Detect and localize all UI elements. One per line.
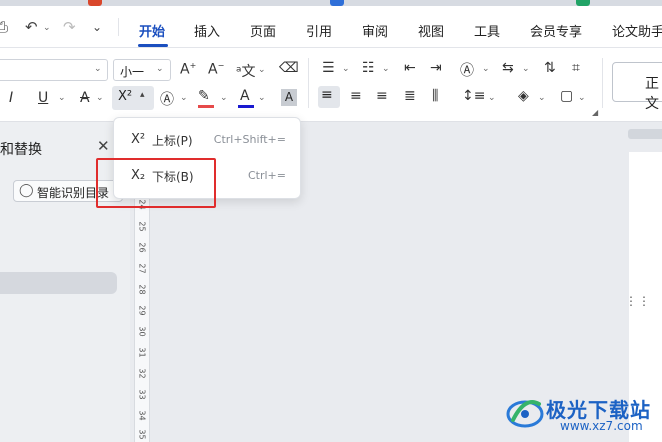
ruler-number: 34	[137, 410, 147, 421]
shading-dropdown-icon[interactable]: ⌄	[538, 93, 546, 103]
ruler-number: 30	[137, 326, 147, 337]
italic-icon[interactable]: I	[9, 90, 13, 106]
font-size-value: 小一	[120, 65, 145, 79]
font-color-icon[interactable]: A	[240, 88, 250, 104]
ruler-number: 33	[137, 389, 147, 400]
phonetic-guide-icon[interactable]: ᵃ文	[236, 61, 255, 81]
align-left-button[interactable]: ≡	[318, 86, 340, 108]
line-spacing-dropdown-icon[interactable]: ⌄	[488, 93, 496, 103]
font-size-dropdown-icon[interactable]: ⌄	[156, 64, 164, 74]
sort-icon[interactable]: ⇅	[544, 60, 556, 76]
annotation-highlight-box	[96, 158, 216, 208]
superscript-icon: X²	[131, 132, 146, 147]
phonetic-dropdown-icon[interactable]: ⌄	[258, 65, 266, 75]
show-marks-icon[interactable]: ⌗	[572, 60, 580, 76]
bullet-list-icon[interactable]: ☰	[322, 60, 335, 76]
panel-title: 和替换	[0, 142, 42, 158]
page-top-scroll	[628, 129, 662, 139]
strikethrough-icon[interactable]: A	[80, 90, 90, 106]
panel-result-bar[interactable]	[0, 272, 117, 294]
style-normal-label: 正文	[645, 76, 659, 112]
line-spacing-icon[interactable]: ↕≡	[462, 88, 485, 104]
drag-handle-icon[interactable]: ⋮⋮	[625, 295, 651, 307]
highlight-dropdown-icon[interactable]: ⌄	[220, 93, 228, 103]
character-shading-icon[interactable]: A	[281, 89, 297, 106]
align-center-icon[interactable]: ≡	[350, 88, 362, 104]
highlight-color-bar	[198, 105, 214, 108]
menu-item-label: 上标(P)	[152, 134, 193, 148]
close-icon[interactable]: ✕	[97, 137, 110, 155]
borders-icon[interactable]: ▢	[560, 88, 573, 104]
more-chevron-icon[interactable]: ⌄	[92, 20, 102, 34]
tab-member[interactable]: 会员专享	[530, 21, 582, 40]
clear-format-icon[interactable]: ⌫	[279, 60, 299, 76]
align-right-icon[interactable]: ≡	[376, 88, 388, 104]
distribute-icon[interactable]: ⫼	[432, 88, 438, 104]
ruler-number: 29	[137, 305, 147, 316]
numbered-list-icon[interactable]: ☷	[362, 60, 375, 76]
font-name-dropdown-icon[interactable]: ⌄	[94, 64, 102, 74]
ribbon-divider	[308, 58, 309, 108]
undo-dropdown-icon[interactable]: ⌄	[43, 23, 51, 33]
ruler-number: 27	[137, 263, 147, 274]
tab-review[interactable]: 审阅	[362, 21, 388, 40]
text-effect-icon[interactable]: Ⓐ	[160, 89, 174, 109]
underline-dropdown-icon[interactable]: ⌄	[58, 93, 66, 103]
tab-home[interactable]: 开始	[139, 21, 165, 40]
text-direction-icon[interactable]: Ⓐ	[460, 60, 474, 80]
aurora-logo-icon	[506, 400, 544, 428]
underline-icon[interactable]: U	[38, 90, 48, 106]
superscript-button[interactable]: X² ▴	[112, 86, 154, 110]
menu-divider	[118, 18, 119, 36]
redo-icon[interactable]: ↷	[63, 18, 76, 36]
ruler-number: 28	[137, 284, 147, 295]
save-icon[interactable]: ⎙	[0, 18, 8, 36]
undo-icon[interactable]: ↶	[25, 18, 38, 36]
bullet-list-dropdown-icon[interactable]: ⌄	[342, 64, 350, 74]
numbered-list-dropdown-icon[interactable]: ⌄	[382, 64, 390, 74]
tab-tools[interactable]: 工具	[474, 21, 500, 40]
strikethrough-dropdown-icon[interactable]: ⌄	[96, 93, 104, 103]
grow-font-icon[interactable]: A+	[180, 61, 196, 78]
align-left-icon: ≡	[321, 87, 333, 103]
ruler-number: 25	[137, 221, 147, 232]
tab-references[interactable]: 引用	[306, 21, 332, 40]
tab-page[interactable]: 页面	[250, 21, 276, 40]
font-color-dropdown-icon[interactable]: ⌄	[258, 93, 266, 103]
borders-dropdown-icon[interactable]: ⌄	[578, 93, 586, 103]
shrink-font-icon[interactable]: A−	[208, 61, 224, 78]
text-direction-dropdown-icon[interactable]: ⌄	[482, 64, 490, 74]
style-normal-box[interactable]: 正文	[612, 62, 662, 112]
tab-insert[interactable]: 插入	[194, 21, 220, 40]
superscript-dropdown-icon[interactable]: ▴	[140, 90, 145, 100]
ruler-number: 35	[137, 429, 147, 440]
ribbon-divider	[602, 58, 603, 108]
menu-item-shortcut: Ctrl+Shift+=	[213, 133, 286, 146]
watermark-url: www.xz7.com	[560, 419, 643, 433]
text-effect-dropdown-icon[interactable]: ⌄	[180, 93, 188, 103]
paragraph-settings-icon[interactable]: ◢	[592, 108, 598, 117]
menu-item-superscript[interactable]: X² 上标(P) Ctrl+Shift+=	[114, 124, 300, 156]
font-color-bar	[238, 105, 254, 108]
tab-paper-assistant[interactable]: 论文助手	[612, 21, 662, 40]
ruler-number: 26	[137, 242, 147, 253]
decrease-indent-icon[interactable]: ⇤	[404, 60, 416, 76]
highlight-icon[interactable]: ✎	[198, 88, 210, 104]
ruler-number: 31	[137, 347, 147, 358]
font-name-combo[interactable]	[0, 59, 108, 81]
superscript-icon: X²	[118, 89, 133, 104]
active-tab-indicator	[138, 44, 168, 47]
shading-icon[interactable]: ◈	[518, 88, 529, 104]
ai-icon: ◯	[19, 183, 34, 198]
convert-dropdown-icon[interactable]: ⌄	[522, 64, 530, 74]
convert-icon[interactable]: ⇆	[502, 60, 514, 76]
menu-item-shortcut: Ctrl+=	[247, 169, 286, 182]
increase-indent-icon[interactable]: ⇥	[430, 60, 442, 76]
ruler-number: 32	[137, 368, 147, 379]
tab-view[interactable]: 视图	[418, 21, 444, 40]
justify-icon[interactable]: ≣	[404, 88, 416, 104]
